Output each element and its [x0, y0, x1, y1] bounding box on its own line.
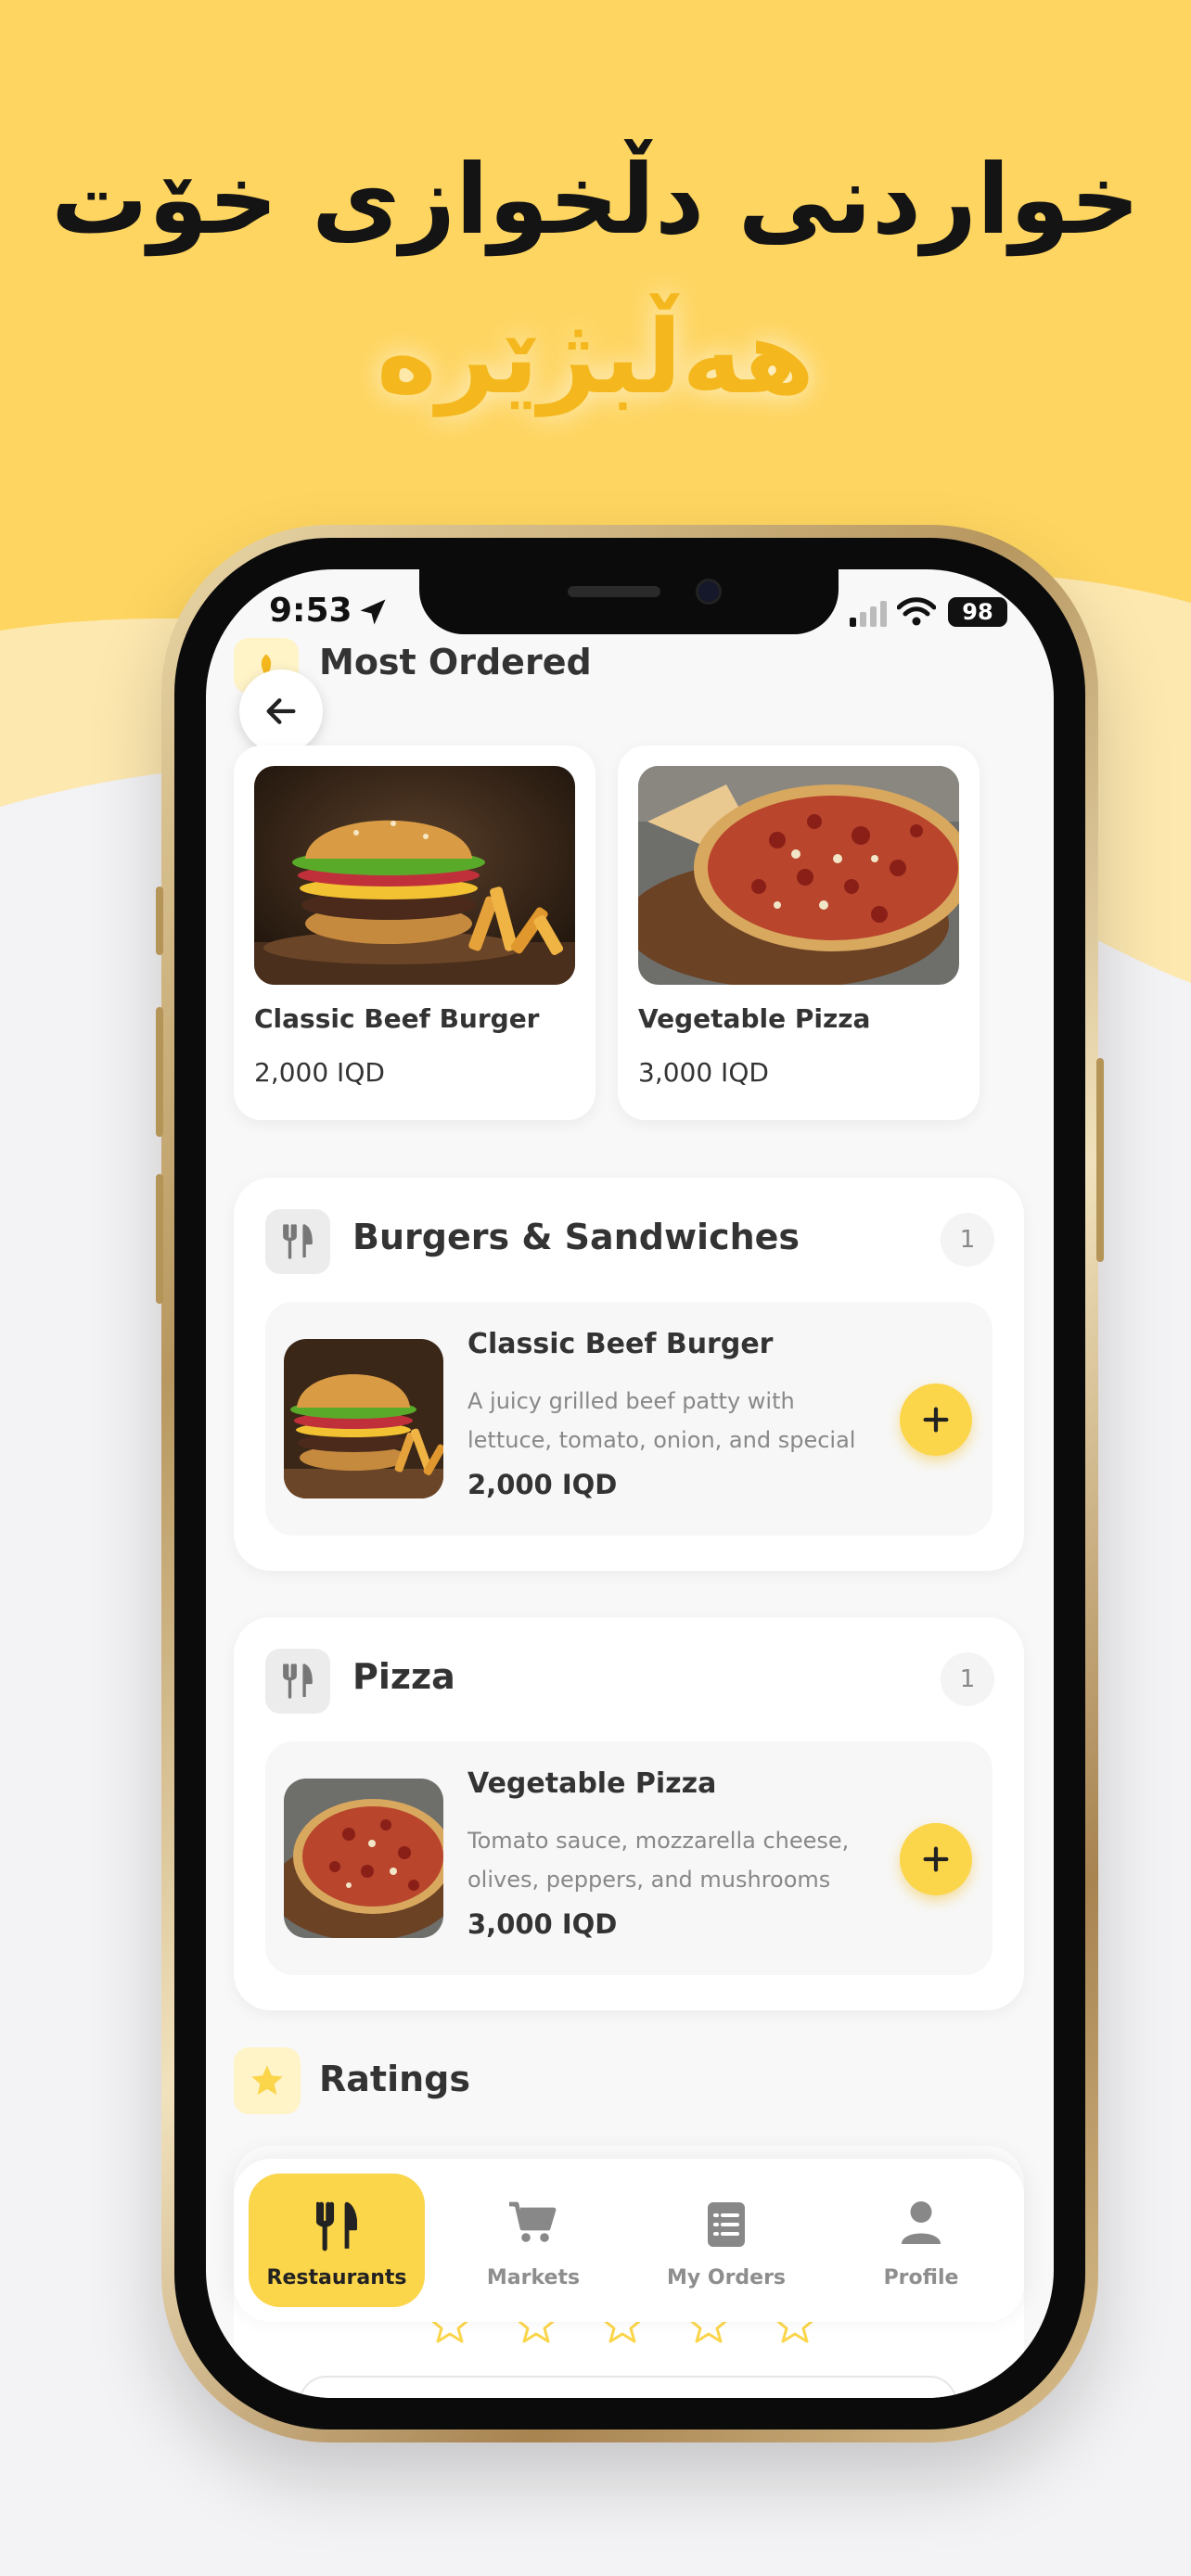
person-icon [901, 2201, 941, 2244]
most-ordered-price: 3,000 IQD [638, 1057, 769, 1088]
nav-item-restaurants[interactable]: Restaurants [249, 2174, 425, 2307]
category-count: 1 [941, 1652, 994, 1706]
location-arrow-icon [360, 599, 386, 625]
nav-label: My Orders [666, 2266, 787, 2289]
nav-label: Markets [486, 2266, 581, 2289]
ratings-title: Ratings [319, 2059, 470, 2099]
star-icon [234, 2047, 301, 2114]
orders-icon [708, 2202, 745, 2247]
category-title: Burgers & Sandwiches [352, 1217, 800, 1257]
menu-item-price: 2,000 IQD [467, 1469, 618, 1500]
menu-item[interactable]: Classic Beef Burger A juicy grilled beef… [265, 1302, 992, 1536]
pizza-image [284, 1779, 443, 1938]
most-ordered-price: 2,000 IQD [254, 1057, 385, 1088]
phone-button [156, 1174, 163, 1304]
most-ordered-card[interactable]: Classic Beef Burger 2,000 IQD [234, 746, 596, 1120]
add-to-cart-button[interactable] [900, 1384, 972, 1456]
most-ordered-name: Vegetable Pizza [638, 1003, 871, 1034]
category-card: Pizza 1 Vegetable Pizza Tomato sauce, mo… [234, 1617, 1024, 2010]
phone-frame: 9:53 98 Most Ordered Classic Beef Burger… [156, 525, 1104, 2442]
promo-headline: خواردنی دڵخوازی خۆت [51, 143, 1140, 256]
bottom-nav: Restaurants Markets My Orders Profile [234, 2159, 1024, 2322]
most-ordered-card[interactable]: Vegetable Pizza 3,000 IQD [618, 746, 980, 1120]
category-card: Burgers & Sandwiches 1 Classic Beef Burg… [234, 1178, 1024, 1571]
arrow-left-icon [266, 698, 296, 724]
utensils-icon [265, 1209, 330, 1274]
most-ordered-title: Most Ordered [319, 642, 592, 682]
category-count: 1 [941, 1213, 994, 1267]
battery-indicator: 98 [948, 597, 1007, 627]
menu-item[interactable]: Vegetable Pizza Tomato sauce, mozzarella… [265, 1741, 992, 1975]
nav-item-markets[interactable]: Markets [445, 2174, 621, 2307]
fork-knife-icon [316, 2201, 357, 2251]
plus-icon [923, 1407, 949, 1433]
plus-icon [923, 1846, 949, 1872]
wifi-icon [897, 597, 936, 626]
phone-button [1096, 1058, 1104, 1262]
utensils-icon [265, 1649, 330, 1714]
back-button[interactable] [239, 670, 323, 753]
speaker [568, 586, 660, 597]
promo-subheadline: هەڵبژێرە [376, 298, 815, 416]
menu-item-description: Tomato sauce, mozzarella cheese, olives,… [467, 1828, 850, 1893]
app-screen: 9:53 98 Most Ordered Classic Beef Burger… [206, 569, 1054, 2398]
camera [696, 579, 722, 605]
phone-button [156, 1007, 163, 1137]
review-input[interactable] [299, 2376, 957, 2398]
burger-image [284, 1339, 443, 1498]
burger-image [254, 766, 575, 985]
nav-item-profile[interactable]: Profile [833, 2174, 1009, 2307]
menu-item-name: Vegetable Pizza [467, 1767, 717, 1800]
status-time: 9:53 [269, 592, 352, 630]
phone-notch [419, 569, 839, 634]
add-to-cart-button[interactable] [900, 1823, 972, 1895]
nav-label: Restaurants [266, 2266, 407, 2289]
cart-icon [509, 2201, 557, 2242]
pizza-image [638, 766, 959, 985]
phone-button [156, 886, 163, 955]
nav-label: Profile [883, 2266, 959, 2289]
category-title: Pizza [352, 1656, 455, 1697]
signal-icon [850, 601, 887, 627]
menu-item-description: A juicy grilled beef patty with lettuce,… [467, 1388, 856, 1453]
nav-item-my-orders[interactable]: My Orders [638, 2174, 814, 2307]
menu-item-price: 3,000 IQD [467, 1908, 618, 1940]
menu-item-name: Classic Beef Burger [467, 1328, 774, 1360]
most-ordered-name: Classic Beef Burger [254, 1003, 540, 1034]
